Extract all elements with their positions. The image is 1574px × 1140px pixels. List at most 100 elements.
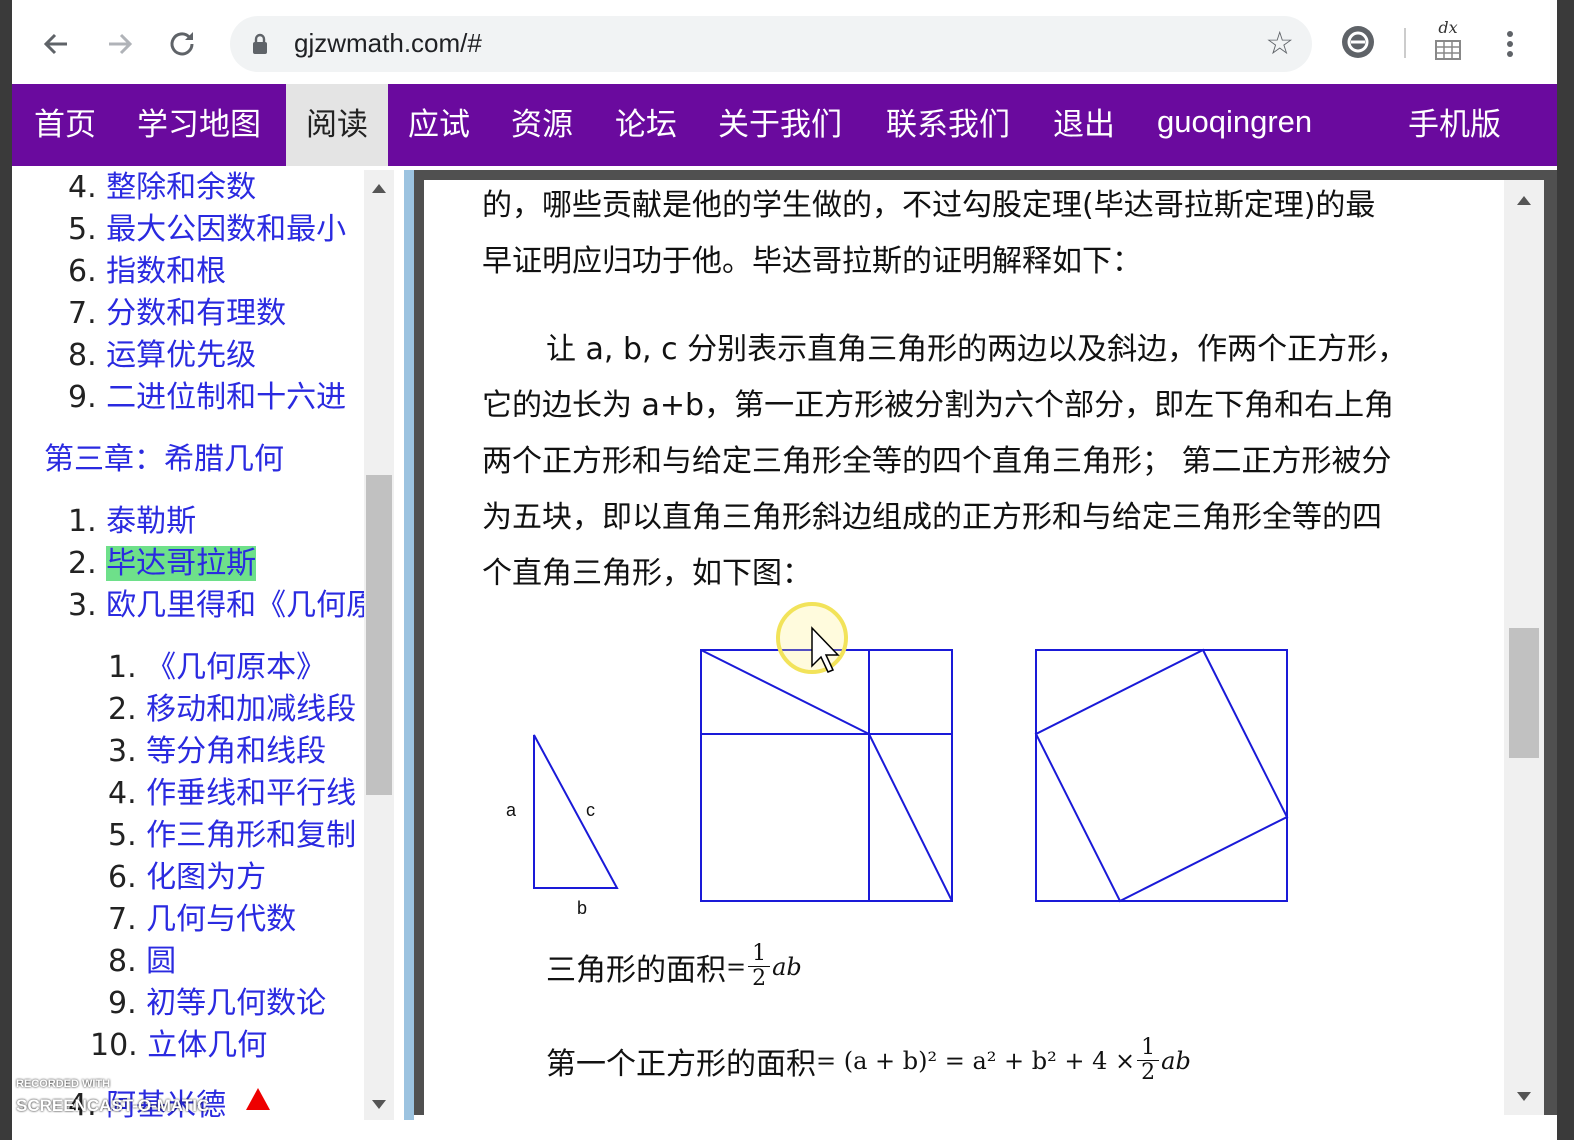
sidebar-item-2[interactable]: 6. 指数和根 — [68, 246, 226, 290]
sub-item-0[interactable]: 1. 《几何原本》 — [108, 642, 326, 686]
sidebar-item-0-label[interactable]: 整除和余数 — [106, 170, 256, 205]
triangle-area-formula-rest: ab — [772, 952, 802, 981]
chapter-item-2-number: 3. — [68, 588, 97, 623]
chapter-heading[interactable]: 第三章：希腊几何 — [44, 434, 284, 478]
denominator: 2 — [1141, 1060, 1156, 1086]
sub-item-3-label[interactable]: 作垂线和平行线 — [146, 776, 356, 811]
sub-item-6[interactable]: 7. 几何与代数 — [108, 894, 296, 938]
forward-arrow-icon — [109, 33, 133, 55]
pane-divider[interactable] — [404, 170, 414, 1120]
nav-item-9[interactable]: guoqingren — [1157, 84, 1312, 166]
sub-item-7[interactable]: 8. 圆 — [108, 936, 176, 980]
site-nav: 首页 学习地图 阅读 应试 资源 论坛 关于我们 联系我们 退出 guoqingren 手机版 — [12, 84, 1557, 166]
chapter-item-1-label[interactable]: 毕达哥拉斯 — [106, 546, 257, 581]
sub-item-4-label[interactable]: 作三角形和复制 — [146, 818, 356, 853]
nav-item-2[interactable]: 阅读 — [286, 84, 388, 166]
extension-button[interactable] — [1340, 24, 1376, 64]
dx-label: dx — [1438, 18, 1458, 37]
browser-toolbar: gjzwmath.com/# ☆ dx — [12, 0, 1557, 85]
numerator: 1 — [1137, 1035, 1160, 1062]
scroll-up-icon[interactable] — [372, 184, 386, 193]
sidebar-item-4[interactable]: 8. 运算优先级 — [68, 330, 256, 374]
content-scroll-up-icon[interactable] — [1517, 196, 1531, 205]
sub-item-0-label[interactable]: 《几何原本》 — [146, 650, 326, 685]
numerator: 1 — [748, 941, 771, 968]
square-area-formula-fraction: 12 — [1137, 1035, 1160, 1086]
sidebar-scrollbar[interactable] — [364, 170, 394, 1120]
article-page: a c b 的，哪些贡献是他的学生做的，不过勾股定理(毕达哥拉斯定理)的最 早证明… — [424, 180, 1504, 1115]
label-a: a — [506, 800, 517, 820]
sidebar-item-1[interactable]: 5. 最大公因数和最小 — [68, 204, 346, 248]
hypotenuse-square — [1034, 648, 1289, 903]
reload-button[interactable] — [160, 22, 204, 66]
sidebar-item-4-label[interactable]: 运算优先级 — [106, 338, 256, 373]
sidebar-item-1-label[interactable]: 最大公因数和最小 — [106, 212, 346, 247]
sub-item-8[interactable]: 9. 初等几何数论 — [108, 978, 326, 1022]
scroll-down-icon[interactable] — [372, 1100, 386, 1109]
denominator: 2 — [752, 966, 767, 992]
sidebar-item-5[interactable]: 9. 二进位制和十六进 — [68, 372, 346, 416]
sub-item-7-label[interactable]: 圆 — [146, 944, 176, 979]
sub-item-1[interactable]: 2. 移动和加减线段 — [108, 684, 356, 728]
paragraph-line-6: 个直角三角形，如下图： — [482, 556, 812, 591]
sidebar-item-3[interactable]: 7. 分数和有理数 — [68, 288, 286, 332]
sub-item-5-label[interactable]: 化图为方 — [146, 860, 266, 895]
nav-item-0[interactable]: 首页 — [34, 84, 96, 166]
sidebar-scroll-thumb[interactable] — [366, 475, 392, 795]
chapter-item-0[interactable]: 1. 泰勒斯 — [68, 496, 196, 540]
chapter-item-1-number: 2. — [68, 546, 97, 581]
sidebar-item-2-number: 6. — [68, 254, 97, 289]
sidebar-item-3-label[interactable]: 分数和有理数 — [106, 296, 286, 331]
sub-item-1-label[interactable]: 移动和加减线段 — [146, 692, 356, 727]
sub-item-3[interactable]: 4. 作垂线和平行线 — [108, 768, 356, 812]
sub-item-6-label[interactable]: 几何与代数 — [146, 902, 296, 937]
sidebar-item-2-label[interactable]: 指数和根 — [106, 254, 226, 289]
nav-item-4[interactable]: 资源 — [511, 84, 573, 166]
sub-item-9-label[interactable]: 立体几何 — [147, 1028, 267, 1063]
nav-item-8[interactable]: 退出 — [1053, 84, 1115, 166]
sub-item-2-number: 3. — [108, 734, 137, 769]
content-scroll-down-icon[interactable] — [1517, 1092, 1531, 1101]
sidebar-item-5-label[interactable]: 二进位制和十六进 — [106, 380, 346, 415]
square-area-formula-lhs: = (a + b)² = a² + b² + 4 × — [816, 1046, 1136, 1075]
address-bar[interactable]: gjzwmath.com/# ☆ — [230, 16, 1312, 72]
dx-extension-button[interactable]: dx — [1426, 18, 1470, 66]
sub-item-1-number: 2. — [108, 692, 137, 727]
sub-item-6-number: 7. — [108, 902, 137, 937]
square-area-formula-label: 第一个正方形的面积 — [546, 1046, 816, 1082]
watermark-bottom: SCREENCAST-O-MATIC — [16, 1096, 210, 1115]
nav-item-10[interactable]: 手机版 — [1408, 84, 1501, 166]
nav-item-5[interactable]: 论坛 — [615, 84, 677, 166]
triangle-area-formula-lhs: = — [726, 952, 747, 981]
sub-item-2[interactable]: 3. 等分角和线段 — [108, 726, 326, 770]
paragraph-line-4: 两个正方形和与给定三角形全等的四个直角三角形； 第二正方形被分 — [482, 444, 1392, 479]
expand-triangle-icon[interactable] — [246, 1088, 270, 1110]
sub-item-2-label[interactable]: 等分角和线段 — [146, 734, 326, 769]
chapter-item-1[interactable]: 2. 毕达哥拉斯 — [68, 538, 257, 582]
watermark-top: RECORDED WITH — [16, 1078, 111, 1090]
chapter-item-0-label[interactable]: 泰勒斯 — [106, 504, 196, 539]
chapter-item-2[interactable]: 3. 欧几里得和《几何原 — [68, 580, 376, 624]
menu-button[interactable] — [1488, 22, 1532, 66]
chapter-item-2-label[interactable]: 欧几里得和《几何原 — [106, 588, 376, 623]
nav-item-3[interactable]: 应试 — [408, 84, 470, 166]
content-scrollbar[interactable] — [1504, 180, 1544, 1115]
sub-item-7-number: 8. — [108, 944, 137, 979]
extension-icon — [1342, 26, 1374, 58]
nav-item-1[interactable]: 学习地图 — [137, 84, 261, 166]
sub-item-8-label[interactable]: 初等几何数论 — [146, 986, 326, 1021]
sub-item-9[interactable]: 10. 立体几何 — [90, 1020, 267, 1064]
paragraph-line-5: 为五块，即以直角三角形斜边组成的正方形和与给定三角形全等的四 — [482, 500, 1382, 535]
more-vert-icon — [1507, 31, 1513, 57]
back-button[interactable] — [34, 22, 78, 66]
bookmark-star-icon[interactable]: ☆ — [1265, 24, 1294, 62]
sidebar-item-0[interactable]: 4. 整除和余数 — [68, 170, 256, 206]
browser-window: gjzwmath.com/# ☆ dx 首页 学习地图 阅读 应试 资源 论坛 关于我们 联系… — [12, 0, 1557, 1140]
nav-item-7[interactable]: 联系我们 — [886, 84, 1010, 166]
sidebar-item-1-number: 5. — [68, 212, 97, 247]
forward-button[interactable] — [98, 22, 142, 66]
content-scroll-thumb[interactable] — [1509, 628, 1539, 758]
sub-item-5[interactable]: 6. 化图为方 — [108, 852, 266, 896]
sub-item-4[interactable]: 5. 作三角形和复制 — [108, 810, 356, 854]
nav-item-6[interactable]: 关于我们 — [718, 84, 842, 166]
